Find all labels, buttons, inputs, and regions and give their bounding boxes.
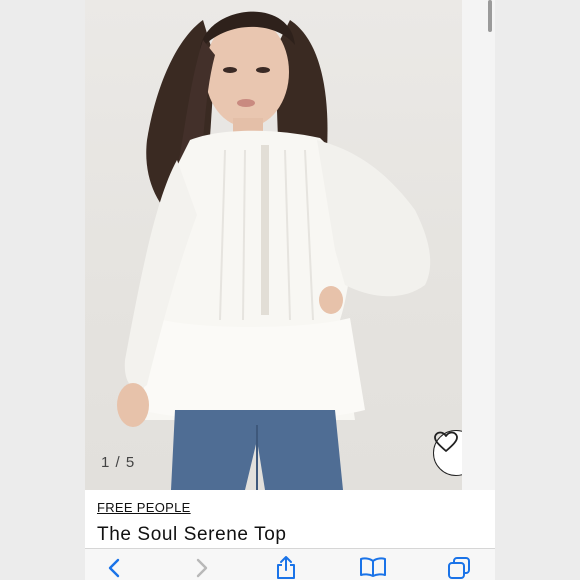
scroll-indicator (488, 0, 492, 32)
share-icon[interactable] (275, 555, 297, 579)
model-illustration (117, 11, 431, 490)
browser-toolbar (85, 548, 495, 580)
heart-icon (434, 431, 458, 452)
book-icon[interactable] (359, 557, 387, 577)
chevron-right-icon[interactable] (195, 558, 209, 578)
tabs-icon[interactable] (447, 556, 471, 580)
product-page: 1 / 5 FREE PEOPLE The Soul Serene Top (85, 0, 495, 580)
brand-link[interactable]: FREE PEOPLE (97, 500, 191, 515)
product-title: The Soul Serene Top (97, 524, 287, 545)
product-image[interactable]: 1 / 5 (85, 0, 462, 490)
chevron-left-icon[interactable] (107, 558, 121, 578)
next-image-preview[interactable] (462, 0, 495, 490)
gallery-counter: 1 / 5 (101, 454, 136, 471)
